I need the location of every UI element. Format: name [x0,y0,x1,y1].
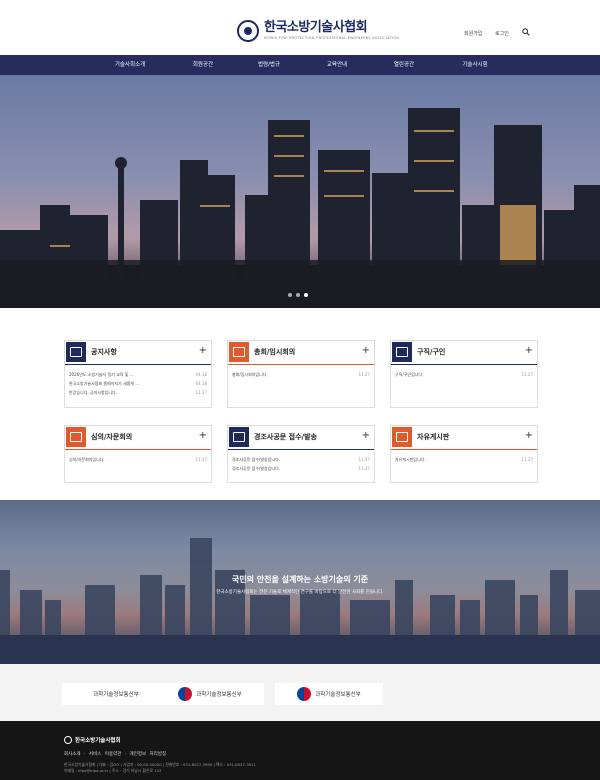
more-plus-icon[interactable]: + [362,430,370,442]
board-title: 공지사항 [91,348,117,356]
slide-dot-1[interactable] [288,293,292,297]
list-item[interactable]: 한국소방기술사협회 홈페이지가 새롭게 ... 04.18 [69,379,207,388]
more-plus-icon[interactable]: + [199,430,207,442]
board-review-meeting: 심의/자문회의 + 심의/자문회의입니다. 11.27 [64,425,212,483]
list-item[interactable]: 총회/임시회의입니다. 11.27 [232,370,370,379]
nav-item-about[interactable]: 기술사회소개 [90,55,170,75]
nav-item-open-space[interactable]: 열린공간 [364,55,444,75]
slide-dot-2[interactable] [296,293,300,297]
footer-logo-name: 한국소방기술사협회 [75,738,121,744]
notice-icon [66,342,86,362]
gavel-icon [229,342,249,362]
footer-info: 한국소방기술사협회 | 대표 : 김OO | 사업자 : 00-00-00000… [64,762,364,774]
board-title: 구직/구인 [417,348,446,356]
partner-name: 과학기술정보통신부 [196,692,242,698]
search-icon[interactable] [522,28,530,36]
list-item[interactable]: 2026년도 소방기술사 정기 교육 및 ... 04.18 [69,370,207,379]
group-icon [229,427,249,447]
footer-logo: 한국소방기술사협회 [64,736,121,744]
board-title: 경조사공문 접수/발송 [254,433,317,441]
more-plus-icon[interactable]: + [525,430,533,442]
association-emblem-icon [237,20,259,42]
partner-name: 과학기술정보통신부 [93,692,139,698]
partner-link-3[interactable]: 과학기술정보통신부 [275,683,383,705]
list-item[interactable]: 반갑습니다, 공지사항입니다. 11.27 [69,388,207,397]
government-emblem-icon [297,687,312,701]
people-icon [392,342,412,362]
board-jobs: 구직/구인 + 구직/구인입니다. 11.27 [390,340,538,408]
main-nav: 기술사회소개 회원공간 법령/법규 교육안내 열린공간 기술사시험 [0,55,600,75]
site-logo[interactable]: 한국소방기술사협회 KOREA FIRE PROTECTION PROFESSI… [237,20,399,42]
partner-link-1[interactable]: 과학기술정보통신부 [62,683,170,705]
board-general-meeting: 총회/임시회의 + 총회/임시회의입니다. 11.27 [227,340,375,408]
government-emblem-icon [178,687,193,701]
partner-link-2[interactable]: 과학기술정보통신부 [156,683,264,705]
board-title: 심의/자문회의 [91,433,133,441]
login-link[interactable]: 로그인 [495,30,509,37]
board-title: 총회/임시회의 [254,348,296,356]
board-condolence: 경조사공문 접수/발송 + 경조사공문 접수/발송입니다. 11.27 경조사공문… [227,425,375,483]
site-footer: 한국소방기술사협회 회사소개 · 서비스 이용약관 · 개인정보 처리방침 한국… [0,721,600,780]
list-item[interactable]: 구직/구인입니다. 11.27 [395,370,533,379]
banner-subtitle: 한국소방기술사협회는 전문 기술로 체계적인 연구를 바탕으로 더 안전한 사회… [216,590,384,595]
logo-subtitle: KOREA FIRE PROTECTION PROFESSIONAL ENGIN… [264,36,400,40]
slide-dot-3[interactable] [304,293,308,297]
board-notice: 공지사항 + 2026년도 소방기술사 정기 교육 및 ... 04.18 한국소… [64,340,212,408]
nav-item-exam[interactable]: 기술사시험 [435,55,515,75]
list-item[interactable]: 심의/자문회의입니다. 11.27 [69,455,207,464]
more-plus-icon[interactable]: + [199,345,207,357]
board-title: 자유게시판 [417,433,450,441]
hero-pagination [288,293,308,297]
review-icon [66,427,86,447]
hero-slider [0,75,600,308]
banner-title: 국민의 안전을 설계하는 소방기술의 기준 [231,575,369,584]
join-link[interactable]: 회원가입 [464,30,482,37]
partner-links: 과학기술정보통신부 과학기술정보통신부 과학기술정보통신부 [0,664,600,721]
city-skyline-image [0,108,600,308]
association-emblem-icon [64,736,72,744]
list-item[interactable]: 자유게시판입니다. 11.27 [395,455,533,464]
chat-icon [392,427,412,447]
footer-info-line: 이메일 : kfpa@kfpa.or.kr | 주소 : 경기 하남시 황산로 … [64,768,162,773]
list-item[interactable]: 경조사공문 접수/발송입니다. 11.27 [232,455,370,464]
partner-name: 과학기술정보통신부 [315,692,361,698]
site-header: 한국소방기술사협회 KOREA FIRE PROTECTION PROFESSI… [0,0,600,55]
logo-name: 한국소방기술사협회 [264,20,368,35]
list-item[interactable]: 경조사공문 접수/발송입니다. 11.27 [232,464,370,473]
footer-links[interactable]: 회사소개 · 서비스 이용약관 · 개인정보 처리방침 [64,751,166,757]
board-free: 자유게시판 + 자유게시판입니다. 11.27 [390,425,538,483]
more-plus-icon[interactable]: + [362,345,370,357]
more-plus-icon[interactable]: + [525,345,533,357]
